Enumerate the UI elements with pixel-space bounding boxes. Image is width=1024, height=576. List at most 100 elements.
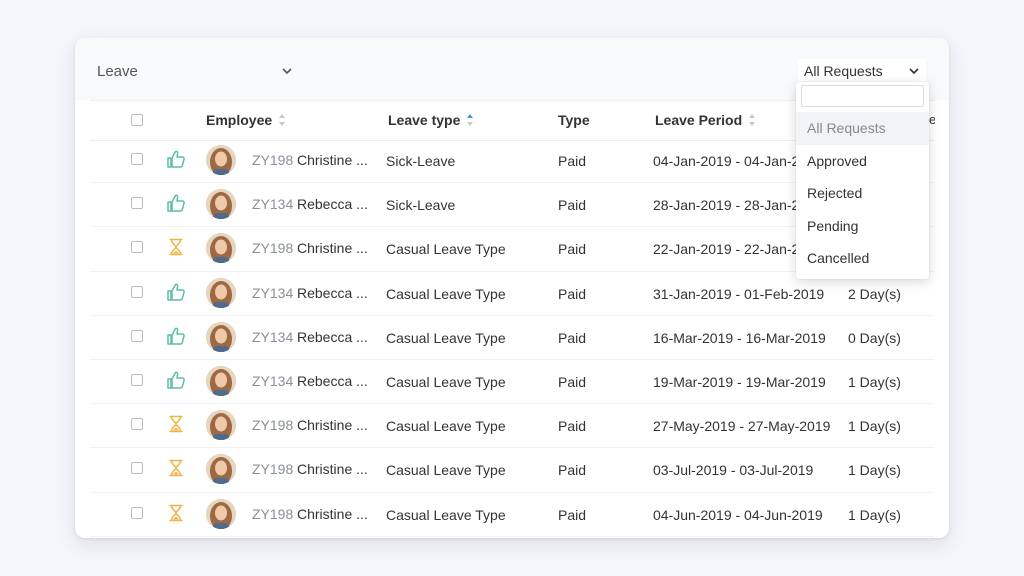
employee-id: ZY134 [252, 196, 294, 213]
header-leave-period[interactable]: Leave Period [655, 112, 756, 128]
leave-period-cell: 04-Jan-2019 - 04-Jan-20 [653, 153, 808, 169]
hourglass-icon [166, 458, 186, 478]
sort-icon [279, 114, 286, 126]
days-cell: 1 Day(s) [848, 506, 901, 523]
leave-type-cell: Casual Leave Type [386, 241, 506, 258]
thumbs-up-icon [166, 149, 186, 169]
header-type: Type [558, 112, 590, 128]
thumbs-up-icon [166, 193, 186, 213]
row-checkbox[interactable] [131, 197, 143, 210]
employee-id: ZY198 [252, 461, 294, 478]
employee-name[interactable]: Rebecca ... [297, 196, 369, 212]
type-cell: Paid [558, 506, 587, 523]
row-checkbox[interactable] [131, 241, 143, 254]
table-row[interactable]: ZY198 Christine ... Casual Leave Type Pa… [90, 404, 934, 449]
row-checkbox[interactable] [131, 153, 143, 165]
row-checkbox[interactable] [131, 373, 143, 386]
thumbs-up-icon [166, 326, 186, 346]
leave-filter-label: Leave [97, 62, 138, 80]
employee-id: ZY198 [252, 505, 294, 522]
leave-type-cell: Casual Leave Type [386, 506, 506, 523]
header-employee[interactable]: Employee [206, 112, 286, 128]
row-checkbox[interactable] [131, 506, 143, 519]
employee-name[interactable]: Christine ... [297, 152, 369, 168]
leave-period-cell: 28-Jan-2019 - 28-Jan-20 [653, 197, 808, 214]
leave-type-cell: Sick-Leave [386, 153, 456, 169]
table-row[interactable]: ZY198 Christine ... Casual Leave Type Pa… [90, 448, 934, 493]
employee-name[interactable]: Christine ... [297, 461, 369, 477]
type-cell: Paid [558, 418, 587, 435]
employee-id: ZY134 [252, 372, 294, 389]
header-employee-label: Employee [206, 112, 273, 128]
header-leave-type[interactable]: Leave type [388, 112, 474, 128]
header-cut-off-glyph: e [929, 112, 935, 127]
employee-id: ZY134 [252, 328, 294, 345]
leave-type-cell: Casual Leave Type [386, 329, 506, 346]
dropdown-option-pending[interactable]: Pending [796, 210, 929, 243]
header-leave-type-label: Leave type [388, 112, 461, 128]
type-cell: Paid [558, 153, 587, 169]
employee-name[interactable]: Christine ... [297, 240, 369, 256]
days-cell: 1 Day(s) [848, 462, 901, 479]
avatar [206, 365, 236, 396]
thumbs-up-icon [166, 282, 186, 302]
header-type-label: Type [558, 112, 590, 128]
employee-name[interactable]: Christine ... [297, 506, 369, 522]
hourglass-icon [166, 414, 186, 434]
row-checkbox[interactable] [131, 285, 143, 298]
row-checkbox[interactable] [131, 329, 143, 342]
employee-name[interactable]: Rebecca ... [297, 285, 369, 301]
avatar [206, 454, 236, 485]
dropdown-option-cancelled[interactable]: Cancelled [796, 242, 929, 275]
dropdown-option-approved[interactable]: Approved [796, 145, 929, 178]
request-filter-select[interactable]: All Requests [798, 59, 926, 83]
employee-id: ZY134 [252, 284, 294, 301]
avatar [206, 321, 236, 352]
employee-id: ZY198 [252, 240, 294, 257]
leave-period-cell: 22-Jan-2019 - 22-Jan-20 [653, 241, 808, 258]
type-cell: Paid [558, 285, 587, 302]
leave-filter-select[interactable]: Leave [97, 60, 293, 82]
row-checkbox[interactable] [131, 418, 143, 431]
hourglass-icon [166, 503, 186, 523]
leave-type-cell: Casual Leave Type [386, 462, 506, 479]
employee-id: ZY198 [252, 152, 294, 168]
dropdown-option-rejected[interactable]: Rejected [796, 177, 929, 210]
employee-name[interactable]: Christine ... [297, 417, 369, 433]
table-row[interactable]: ZY134 Rebecca ... Casual Leave Type Paid… [90, 360, 934, 405]
header-leave-period-label: Leave Period [655, 112, 743, 128]
avatar [206, 498, 236, 529]
type-cell: Paid [558, 197, 587, 214]
table-row[interactable]: ZY198 Christine ... Casual Leave Type Pa… [90, 493, 934, 537]
table-row[interactable]: ZY134 Rebecca ... Casual Leave Type Paid… [90, 316, 934, 360]
employee-name[interactable]: Rebecca ... [297, 329, 369, 345]
avatar [206, 189, 236, 220]
type-cell: Paid [558, 373, 587, 390]
row-checkbox[interactable] [131, 462, 143, 475]
employee-name[interactable]: Rebecca ... [297, 373, 369, 389]
type-cell: Paid [558, 241, 587, 258]
hourglass-icon [166, 237, 186, 257]
leave-period-cell: 27-May-2019 - 27-May-2019 [653, 418, 831, 435]
leave-type-cell: Casual Leave Type [386, 285, 506, 302]
days-cell: 0 Day(s) [848, 329, 901, 346]
avatar [206, 145, 236, 175]
avatar [206, 410, 236, 441]
dropdown-option-all-requests[interactable]: All Requests [796, 112, 929, 145]
sort-ascending-icon [467, 114, 474, 126]
dropdown-search-input[interactable] [801, 85, 924, 107]
avatar [206, 277, 236, 308]
select-all-checkbox[interactable] [131, 114, 143, 126]
leave-period-cell: 04-Jun-2019 - 04-Jun-2019 [653, 506, 823, 523]
leave-period-cell: 03-Jul-2019 - 03-Jul-2019 [653, 462, 814, 479]
chevron-down-icon [282, 68, 292, 75]
request-filter-dropdown: All Requests Approved Rejected Pending Cance… [796, 82, 929, 279]
request-filter-label: All Requests [804, 63, 883, 79]
chevron-down-icon [909, 68, 919, 75]
leave-type-cell: Casual Leave Type [386, 418, 506, 435]
type-cell: Paid [558, 462, 587, 479]
leave-period-cell: 31-Jan-2019 - 01-Feb-2019 [653, 285, 825, 302]
employee-id: ZY198 [252, 417, 294, 434]
type-cell: Paid [558, 329, 587, 346]
days-cell: 2 Day(s) [848, 285, 901, 302]
